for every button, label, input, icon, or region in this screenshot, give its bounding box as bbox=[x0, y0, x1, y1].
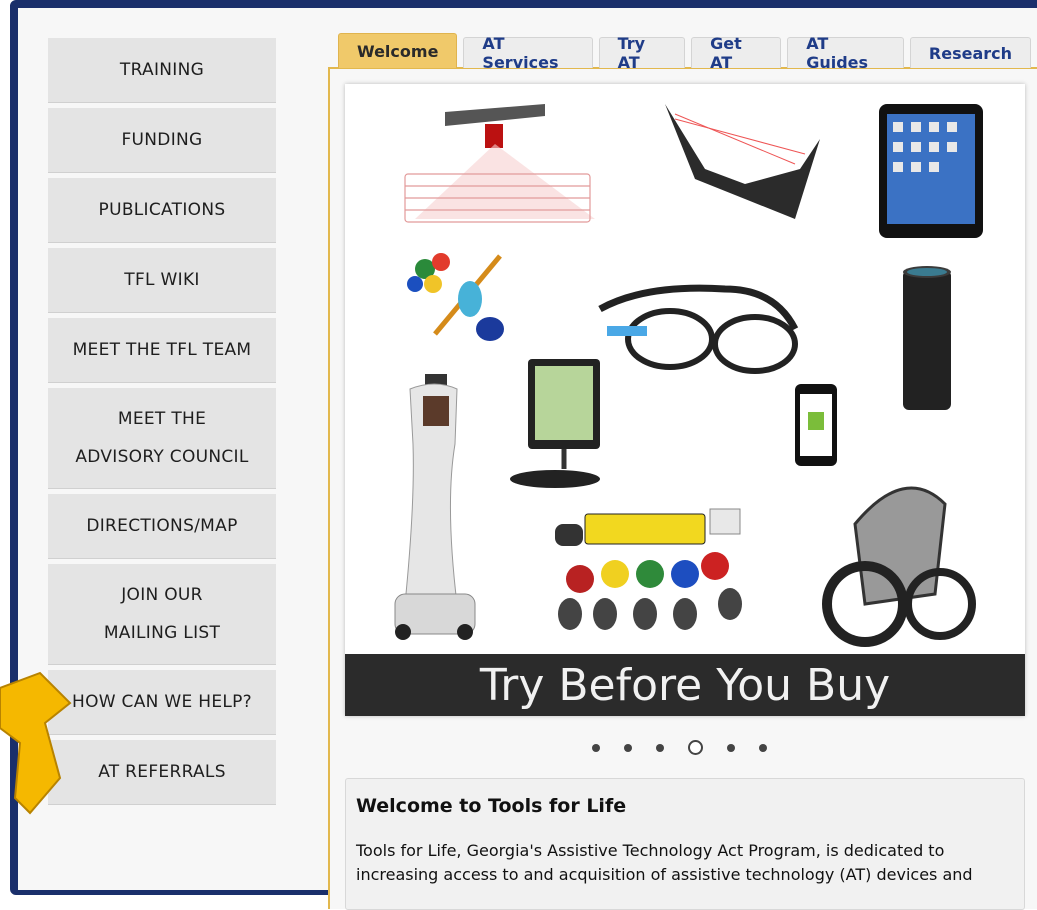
carousel-slide[interactable]: Try Before You Buy bbox=[345, 84, 1025, 716]
pencil-grips-image bbox=[407, 253, 504, 341]
sidebar-item-directions[interactable]: DIRECTIONS/MAP bbox=[48, 494, 276, 558]
carousel-dot[interactable] bbox=[592, 743, 600, 752]
tablet-image bbox=[879, 104, 983, 238]
sidebar-item-training[interactable]: TRAINING bbox=[48, 38, 276, 102]
slide-caption: Try Before You Buy bbox=[345, 654, 1025, 716]
sidebar-item-label: TFL WIKI bbox=[124, 270, 200, 290]
telepresence-robot-image bbox=[394, 374, 476, 640]
sidebar-item-label: ADVISORY COUNCIL bbox=[75, 447, 249, 467]
sidebar-item-label: FUNDING bbox=[121, 130, 203, 150]
tab-try-at[interactable]: Try AT bbox=[598, 34, 686, 72]
carousel-dot[interactable] bbox=[624, 743, 632, 752]
wheelchair-image bbox=[822, 486, 976, 647]
carousel-dot[interactable] bbox=[656, 743, 664, 752]
sidebar-item-advisory-council[interactable]: MEET THE ADVISORY COUNCIL bbox=[48, 388, 276, 488]
carousel-dot[interactable] bbox=[727, 743, 735, 752]
sidebar-item-label: MEET THE bbox=[117, 409, 207, 429]
tab-bar: Welcome AT Services Try AT Get AT AT Gui… bbox=[338, 33, 1037, 72]
tab-research[interactable]: Research bbox=[909, 37, 1031, 68]
sidebar-item-funding[interactable]: FUNDING bbox=[48, 108, 276, 172]
carousel-dot-active[interactable] bbox=[688, 740, 703, 755]
sidebar-item-mailing-list[interactable]: JOIN OUR MAILING LIST bbox=[48, 564, 276, 664]
sidebar-item-label: PUBLICATIONS bbox=[98, 200, 226, 220]
sidebar-item-at-referrals[interactable]: AT REFERRALS bbox=[48, 740, 276, 804]
smart-glasses-image bbox=[598, 284, 799, 374]
tab-welcome[interactable]: Welcome bbox=[338, 33, 458, 68]
slide-image bbox=[394, 104, 983, 647]
tab-get-at[interactable]: Get AT bbox=[691, 34, 782, 72]
carousel-dots bbox=[580, 740, 779, 755]
welcome-body: Tools for Life, Georgia's Assistive Tech… bbox=[356, 841, 973, 884]
sidebar-item-label: HOW CAN WE HELP? bbox=[71, 692, 253, 712]
sidebar-item-meet-team[interactable]: MEET THE TFL TEAM bbox=[48, 318, 276, 382]
large-key-keyboard-image bbox=[555, 508, 742, 630]
head-pointer-image bbox=[665, 104, 820, 219]
sidebar-item-label: MEET THE TFL TEAM bbox=[72, 340, 252, 360]
sidebar-item-publications[interactable]: PUBLICATIONS bbox=[48, 178, 276, 242]
sidebar-item-tfl-wiki[interactable]: TFL WIKI bbox=[48, 248, 276, 312]
sidebar-nav: TRAINING FUNDING PUBLICATIONS TFL WIKI M… bbox=[48, 38, 276, 810]
sidebar-item-label: DIRECTIONS/MAP bbox=[86, 516, 238, 536]
smart-speaker-image bbox=[903, 266, 951, 410]
projection-keyboard-image bbox=[404, 104, 595, 223]
welcome-box: Welcome to Tools for Life Tools for Life… bbox=[345, 778, 1025, 910]
sidebar-item-label: MAILING LIST bbox=[103, 623, 221, 643]
carousel-dot[interactable] bbox=[759, 743, 767, 752]
sidebar-item-label: TRAINING bbox=[119, 60, 205, 80]
sidebar-item-how-can-we-help[interactable]: HOW CAN WE HELP? bbox=[48, 670, 276, 734]
welcome-title: Welcome to Tools for Life bbox=[356, 795, 627, 817]
tab-at-services[interactable]: AT Services bbox=[463, 34, 593, 72]
sidebar-item-label: AT REFERRALS bbox=[98, 762, 226, 782]
phone-image bbox=[795, 384, 837, 466]
tablet-stand-image bbox=[510, 359, 600, 488]
sidebar-item-label: JOIN OUR bbox=[121, 585, 203, 605]
tab-at-guides[interactable]: AT Guides bbox=[787, 34, 904, 72]
highlight-arrow-icon bbox=[0, 671, 72, 815]
